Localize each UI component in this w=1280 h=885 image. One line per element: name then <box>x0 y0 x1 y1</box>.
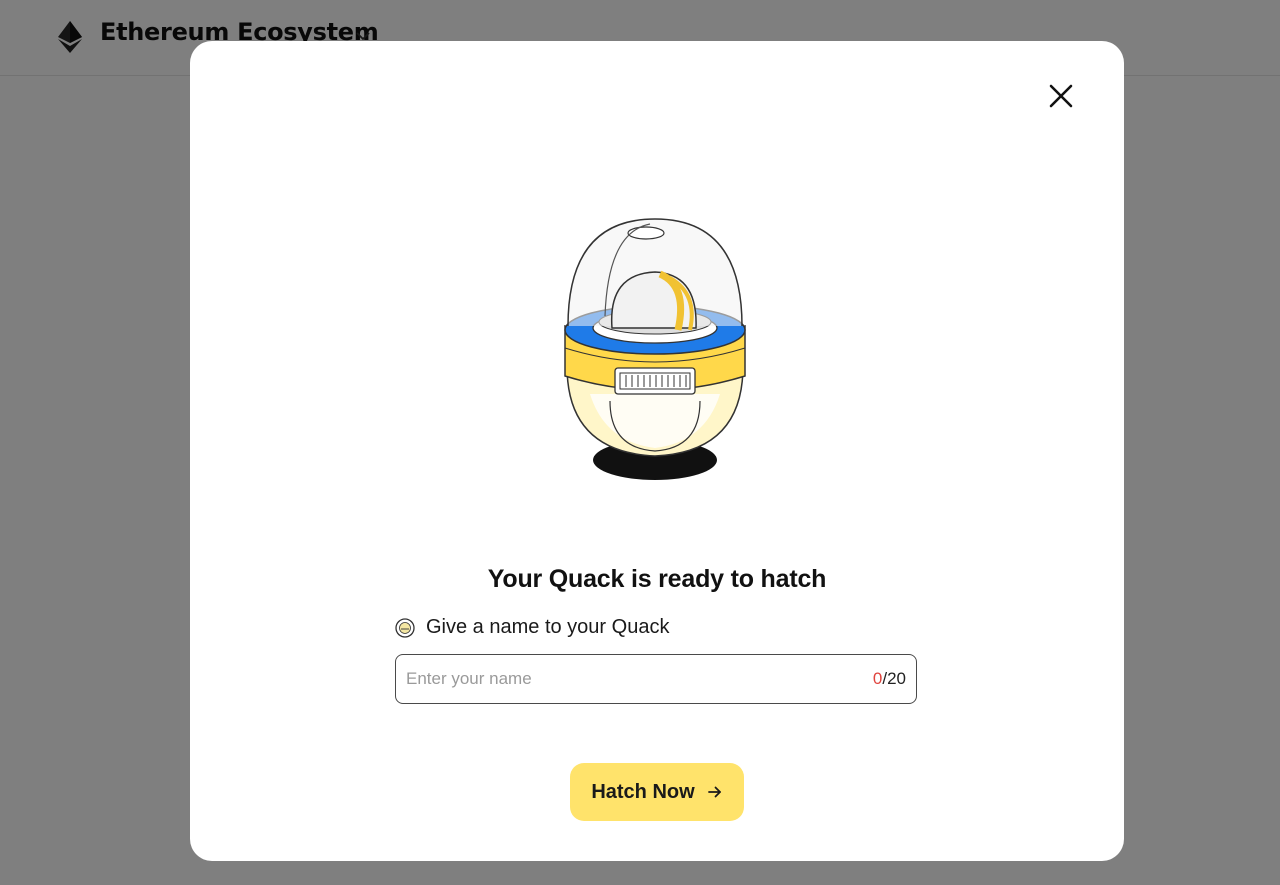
char-limit: /20 <box>882 669 906 688</box>
name-input[interactable] <box>406 655 846 703</box>
hatch-modal: Your Quack is ready to hatch Give a name… <box>190 41 1124 861</box>
char-count: 0 <box>872 669 883 688</box>
char-counter: 0/20 <box>873 669 906 689</box>
hatch-button-label: Hatch Now <box>591 780 695 803</box>
egg-incubator-illustration <box>564 218 746 480</box>
arrow-right-icon <box>707 786 721 798</box>
name-label: Give a name to your Quack <box>426 616 670 638</box>
close-icon[interactable] <box>1048 83 1074 109</box>
name-field: 0/20 <box>395 654 917 704</box>
duck-icon <box>395 617 415 638</box>
hatch-now-button[interactable]: Hatch Now <box>570 763 744 821</box>
name-label-row: Give a name to your Quack <box>395 616 669 639</box>
modal-title: Your Quack is ready to hatch <box>487 565 827 593</box>
